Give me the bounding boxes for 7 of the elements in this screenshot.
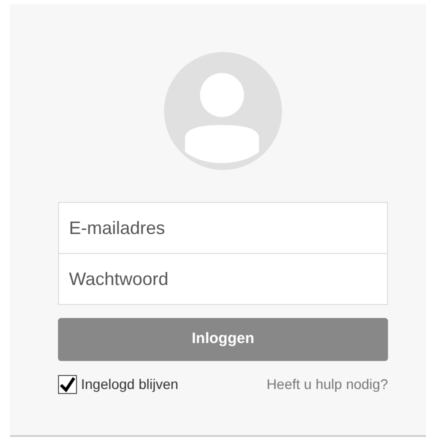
password-field[interactable]: Wachtwoord	[58, 253, 388, 305]
email-field[interactable]: E-mailadres	[58, 202, 388, 254]
remember-checkbox[interactable]	[58, 375, 77, 394]
remember-label: Ingelogd blijven	[81, 375, 178, 394]
login-button[interactable]: Inloggen	[58, 318, 388, 361]
avatar-icon	[164, 52, 282, 170]
help-link[interactable]: Heeft u hulp nodig?	[266, 374, 388, 395]
